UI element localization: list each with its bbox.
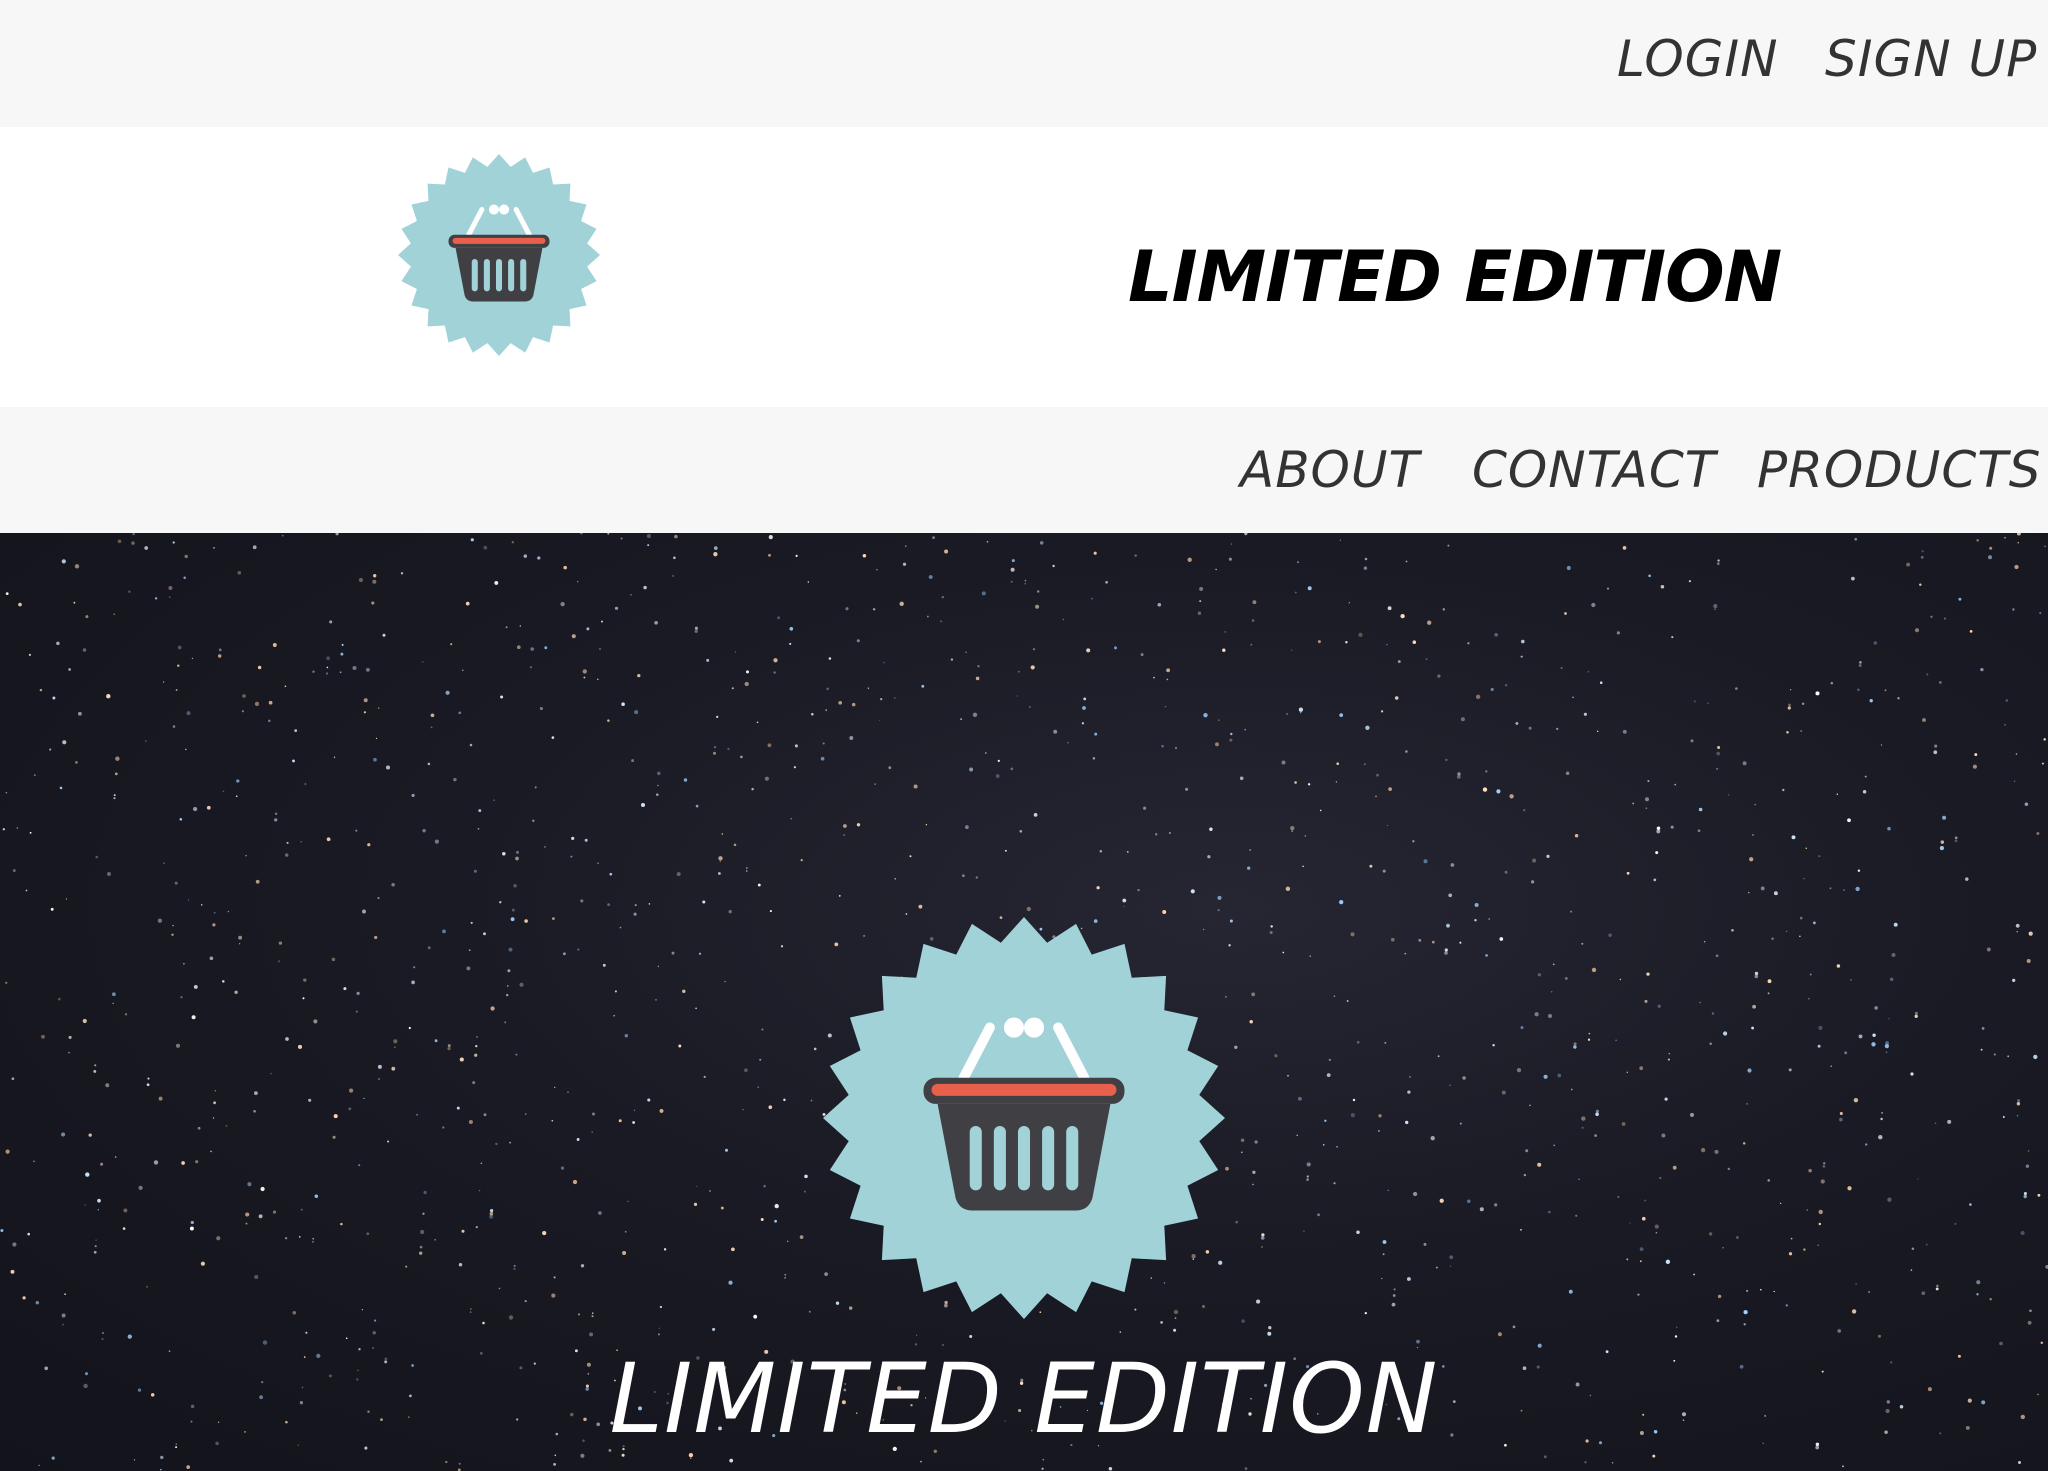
login-link[interactable]: LOGIN [1617, 30, 1779, 88]
basket-badge-icon[interactable] [398, 154, 600, 356]
nav-item-about[interactable]: ABOUT [1240, 441, 1420, 499]
nav-item-products[interactable]: PRODUCTS [1757, 441, 2042, 499]
hero-title: LIMITED EDITION [609, 1343, 1439, 1455]
site-header: LIMITED EDITION [0, 127, 2048, 407]
top-bar: LOGIN SIGN UP [0, 0, 2048, 127]
main-nav: ABOUT CONTACT PRODUCTS [0, 407, 2048, 533]
brand-name[interactable]: LIMITED EDITION [1128, 236, 1782, 318]
basket-badge-icon [823, 917, 1225, 1319]
hero-banner: LIMITED EDITION [0, 533, 2048, 1471]
signup-link[interactable]: SIGN UP [1825, 30, 2037, 88]
nav-item-contact[interactable]: CONTACT [1472, 441, 1716, 499]
